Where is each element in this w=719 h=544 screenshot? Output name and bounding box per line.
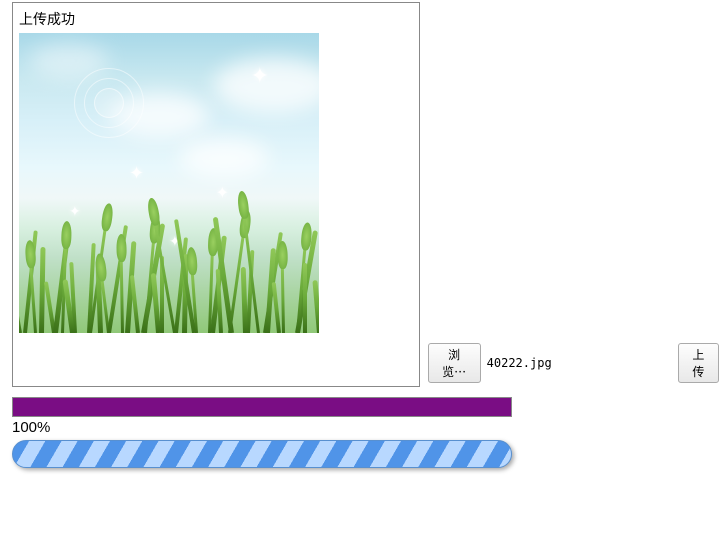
progress-bar-striped xyxy=(12,440,512,468)
upload-status-text: 上传成功 xyxy=(19,9,413,29)
preview-image: ✦ ✦ ✦ ✦ ✦ xyxy=(19,33,319,333)
upload-row: 上传成功 ✦ ✦ ✦ ✦ ✦ 浏览⋯ 40222.jpg 上传 xyxy=(12,2,719,387)
file-controls: 浏览⋯ 40222.jpg 上传 xyxy=(428,343,719,387)
preview-box: 上传成功 ✦ ✦ ✦ ✦ ✦ xyxy=(12,2,420,387)
progress-percent-label: 100% xyxy=(12,419,719,436)
upload-button[interactable]: 上传 xyxy=(678,343,719,383)
selected-filename: 40222.jpg xyxy=(487,356,552,370)
progress-bar-solid-fill xyxy=(13,398,511,416)
browse-button[interactable]: 浏览⋯ xyxy=(428,343,481,383)
progress-bar-solid xyxy=(12,397,512,417)
